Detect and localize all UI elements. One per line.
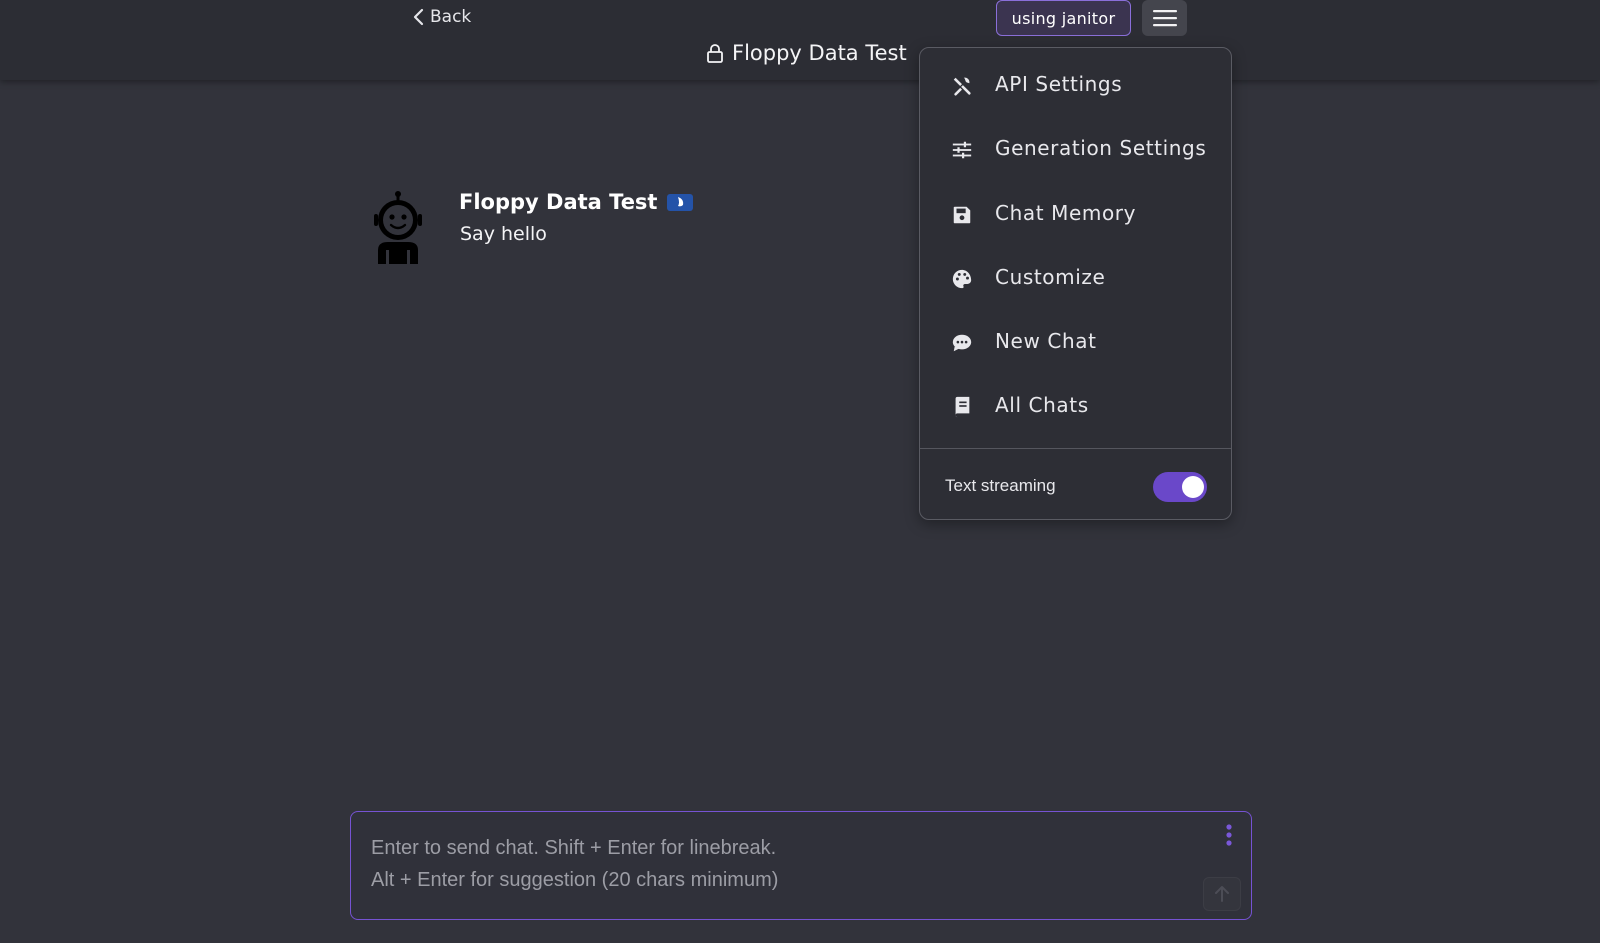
message-text: Say hello xyxy=(460,223,547,245)
menu-divider xyxy=(920,448,1231,449)
menu-item-label: Customize xyxy=(995,265,1106,289)
chat-composer xyxy=(350,811,1252,920)
chat-title-text: Floppy Data Test xyxy=(732,41,907,65)
menu-item-label: Chat Memory xyxy=(995,201,1137,225)
chat-input[interactable] xyxy=(371,832,1171,902)
palette-icon xyxy=(950,267,974,291)
menu-item-customize[interactable]: Customize xyxy=(920,249,1231,309)
back-link[interactable]: Back xyxy=(412,4,471,30)
toggle-knob xyxy=(1182,476,1204,498)
more-options-button[interactable] xyxy=(1219,822,1239,848)
hamburger-menu-icon xyxy=(1152,10,1177,27)
tools-icon xyxy=(950,74,974,98)
menu-button[interactable] xyxy=(1142,0,1187,36)
chat-bubble-icon xyxy=(950,331,974,355)
chat-message: Floppy Data Test Say hello xyxy=(370,188,890,268)
chat-title: Floppy Data Test xyxy=(706,38,907,68)
robot-avatar xyxy=(374,191,422,264)
api-badge-button[interactable]: using janitor xyxy=(996,0,1131,36)
text-streaming-toggle[interactable] xyxy=(1153,472,1207,502)
menu-item-label: API Settings xyxy=(995,72,1123,96)
menu-item-label: New Chat xyxy=(995,329,1097,353)
menu-item-new-chat[interactable]: New Chat xyxy=(920,313,1231,373)
menu-item-chat-memory[interactable]: Chat Memory xyxy=(920,185,1231,245)
menu-item-all-chats[interactable]: All Chats xyxy=(920,377,1231,437)
menu-item-api-settings[interactable]: API Settings xyxy=(920,56,1231,116)
floppy-disk-icon xyxy=(950,203,974,227)
chevron-left-icon xyxy=(413,8,424,26)
menu-item-label: All Chats xyxy=(995,393,1089,417)
vertical-dots-icon xyxy=(1226,824,1232,846)
message-author: Floppy Data Test xyxy=(459,188,694,216)
top-bar: Back Floppy Data Test using janitor xyxy=(0,0,1600,80)
settings-dropdown-menu: API Settings Generation Settings Chat Me… xyxy=(919,47,1232,520)
message-author-name: Floppy Data Test xyxy=(459,190,658,214)
book-icon xyxy=(950,395,974,419)
bot-badge-icon xyxy=(667,193,694,211)
menu-item-label: Generation Settings xyxy=(995,136,1207,160)
lock-icon xyxy=(707,44,723,63)
sliders-icon xyxy=(950,138,974,162)
text-streaming-label: Text streaming xyxy=(945,476,1056,495)
arrow-up-icon xyxy=(1215,886,1229,902)
send-button[interactable] xyxy=(1203,877,1241,911)
back-label: Back xyxy=(430,7,472,27)
menu-item-generation-settings[interactable]: Generation Settings xyxy=(920,120,1231,180)
